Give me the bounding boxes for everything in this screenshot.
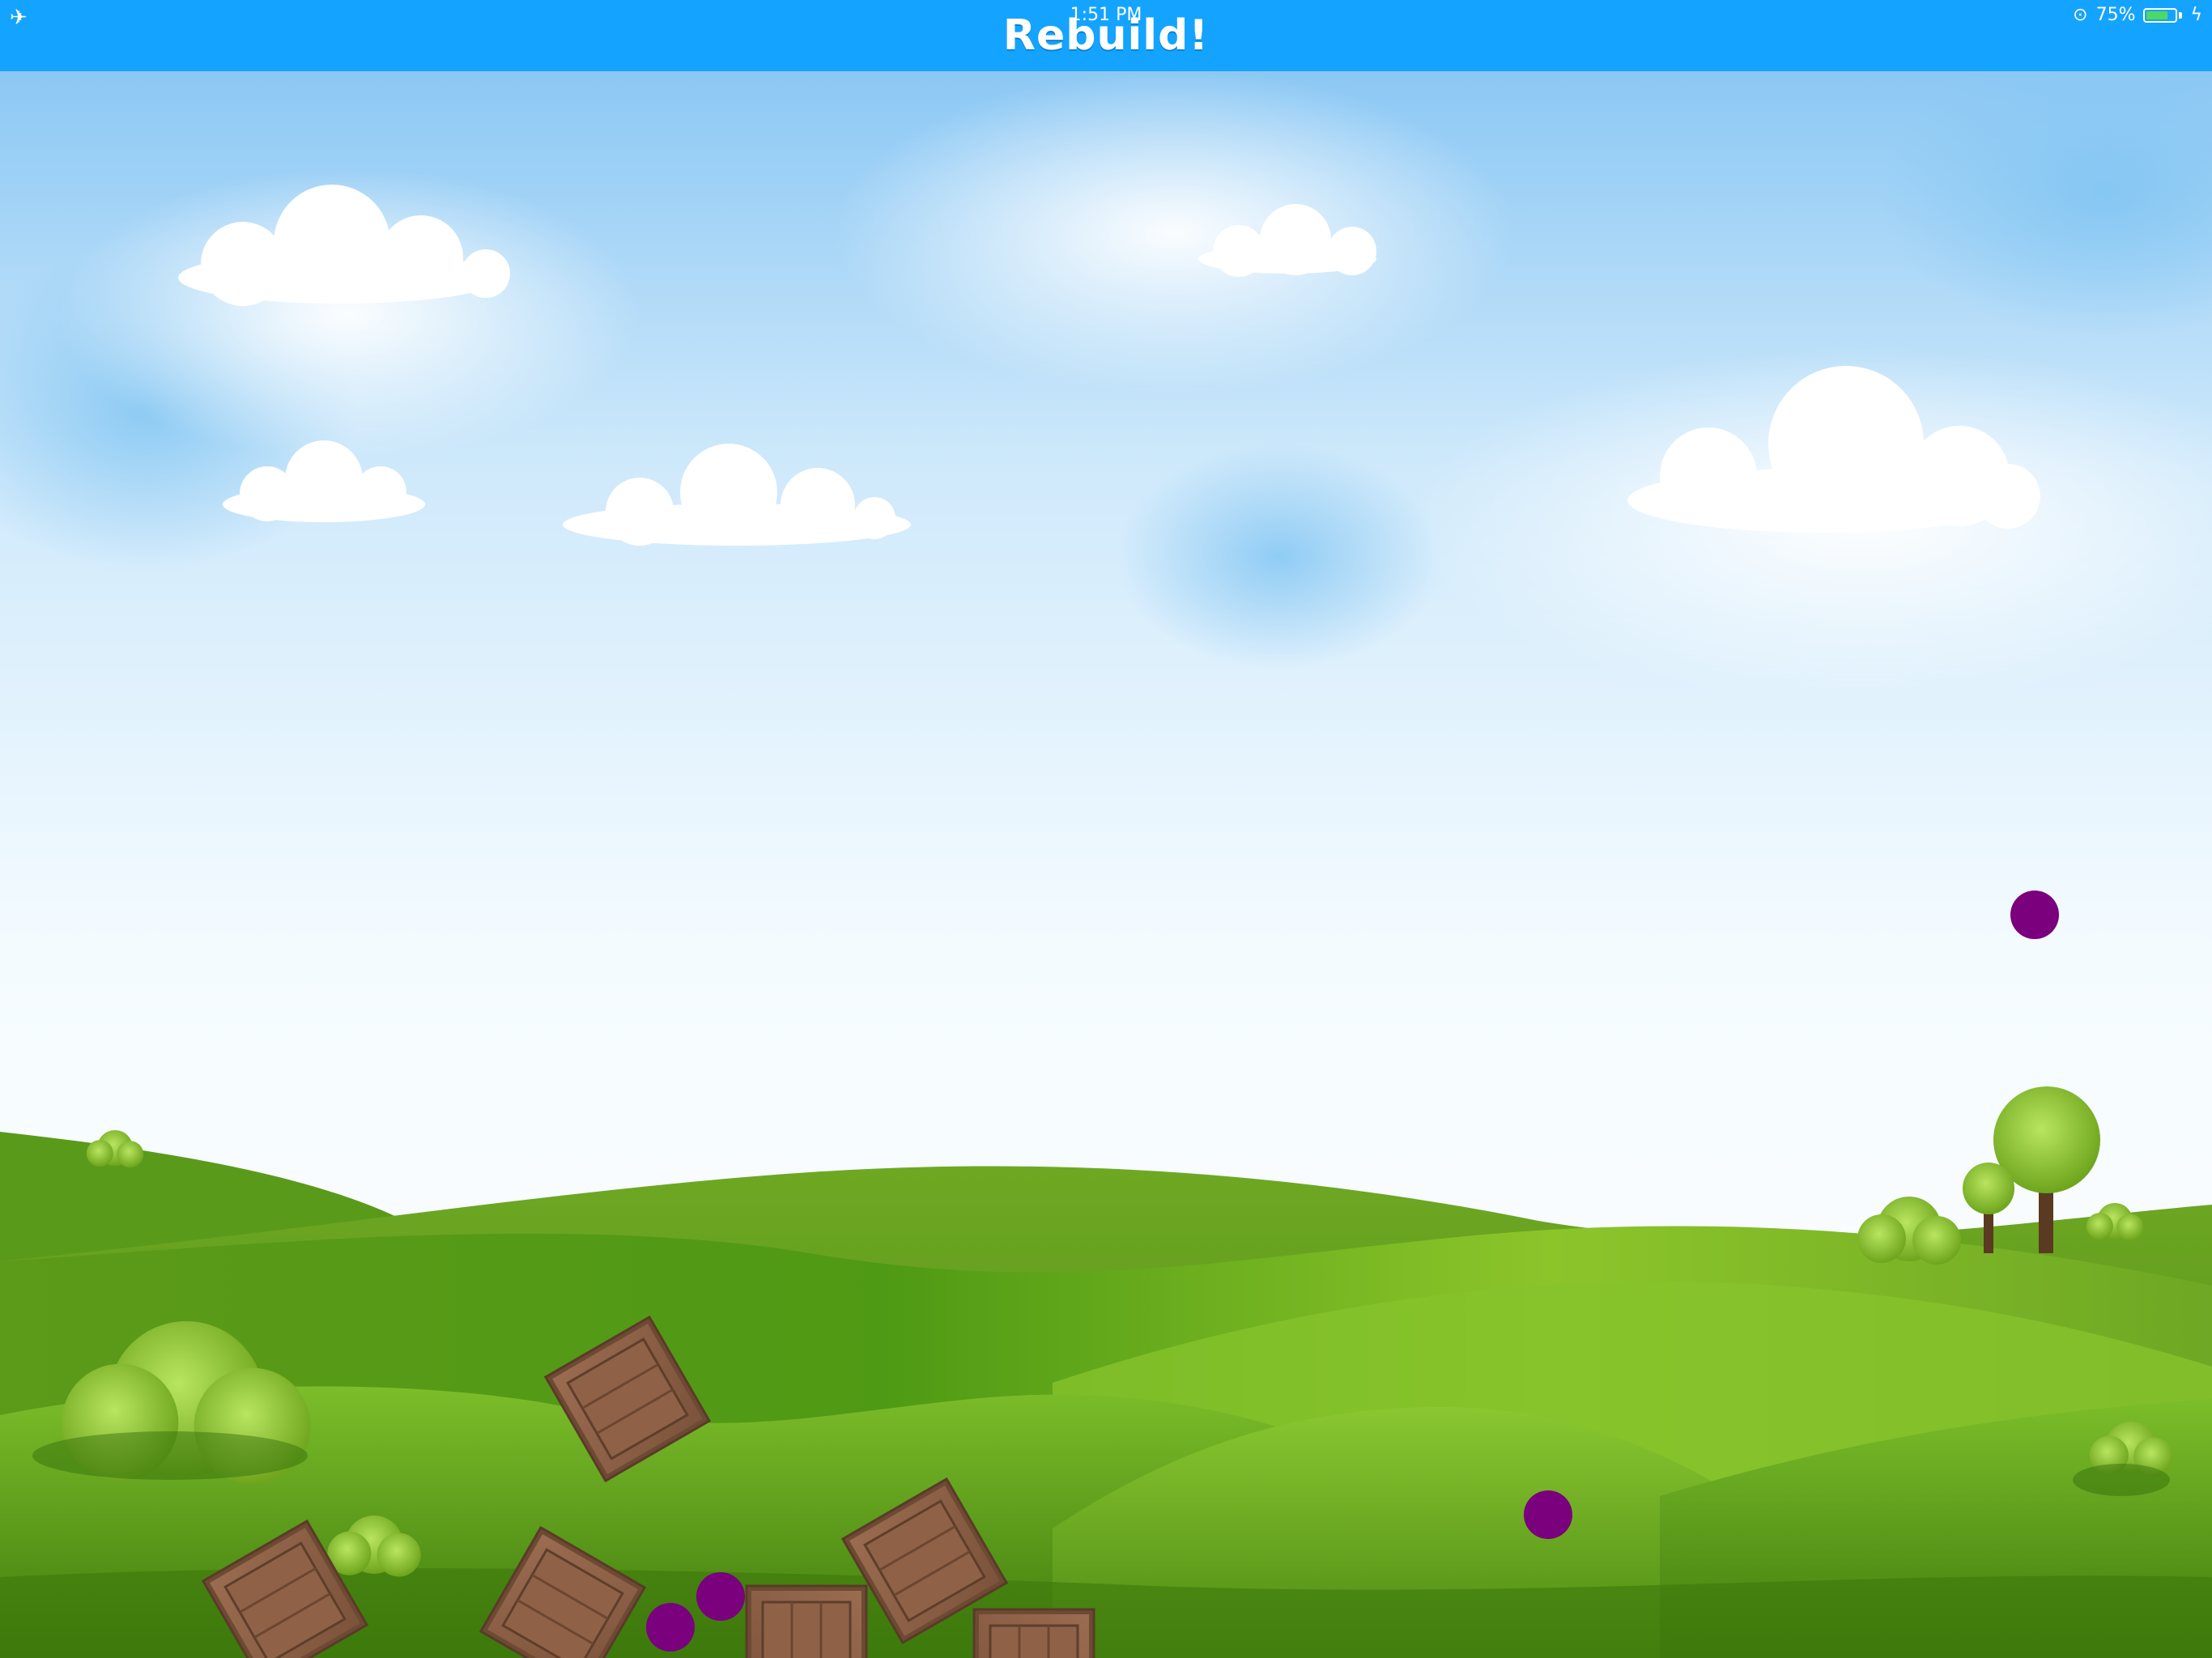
purple-ball [2010,891,2059,939]
game-title: Rebuild! [1002,11,1210,60]
purple-ball [646,1603,695,1652]
purple-ball [696,1572,745,1621]
game-scene[interactable] [0,71,2212,1658]
bush-shadow [2073,1464,2170,1496]
purple-ball [1524,1490,1572,1539]
sky-haze [834,71,1514,395]
wooden-crate [972,1608,1095,1658]
bush-shadow [32,1431,308,1480]
wooden-crate [745,1584,868,1658]
sky-blue-patch [1117,444,1441,670]
